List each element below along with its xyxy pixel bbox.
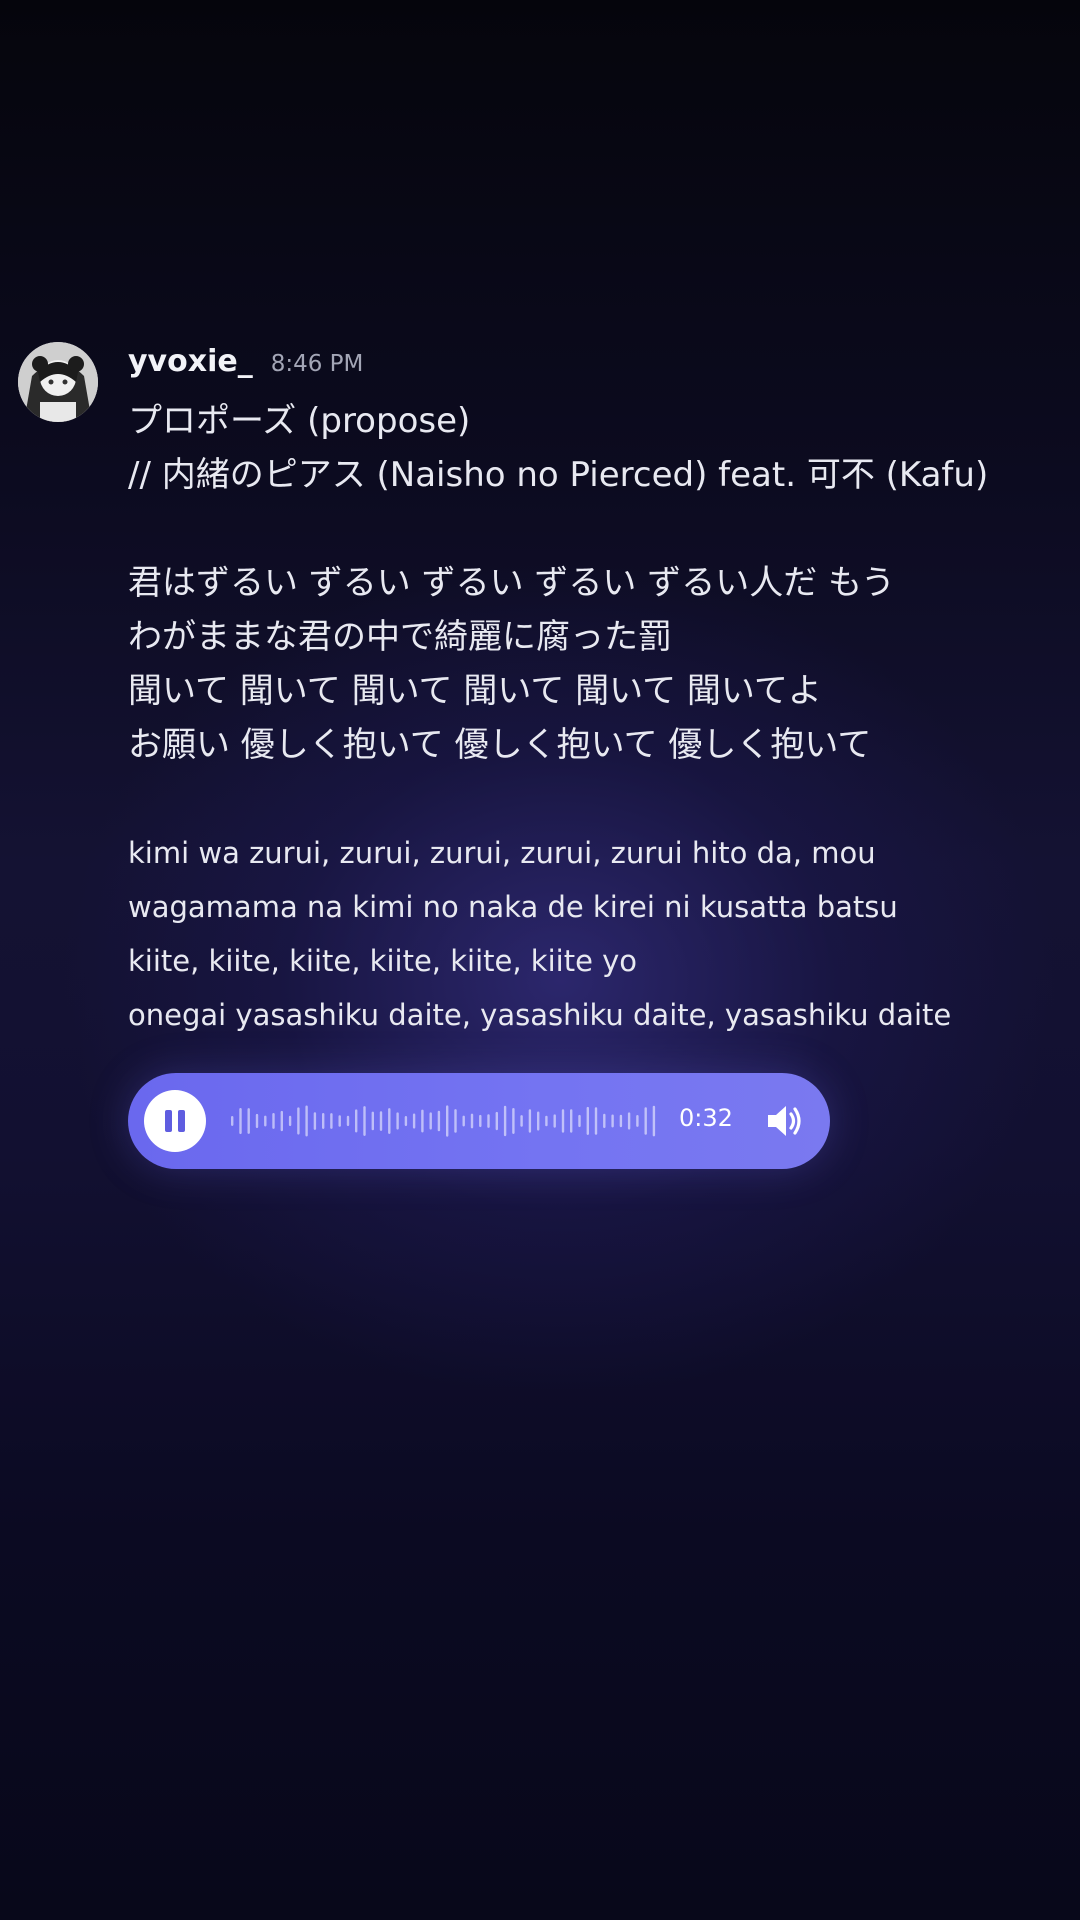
voice-message-player: 0:32: [128, 1073, 830, 1169]
waveform-bar: [239, 1108, 242, 1135]
waveform-bar: [594, 1107, 598, 1135]
waveform-bar: [627, 1112, 631, 1130]
waveform-bar: [644, 1107, 647, 1135]
waveform-bar: [454, 1109, 457, 1133]
waveform-bar: [446, 1105, 449, 1137]
waveform-bar: [437, 1110, 441, 1132]
waveform-bar: [603, 1113, 606, 1129]
waveform-bar: [371, 1111, 374, 1131]
waveform-bar: [247, 1108, 250, 1134]
audio-duration: 0:32: [679, 1104, 733, 1132]
waveform-bar: [520, 1115, 523, 1127]
waveform-bar: [528, 1109, 532, 1133]
waveform-bar: [404, 1116, 408, 1127]
timestamp: 8:46 PM: [270, 351, 364, 377]
waveform-bar: [280, 1110, 283, 1132]
song-artist: // 内緒のピアス (Naisho no Pierced) feat. 可不 (…: [128, 455, 989, 495]
waveform-bar: [363, 1106, 366, 1136]
pause-button[interactable]: [144, 1090, 206, 1152]
waveform-bar: [338, 1115, 341, 1127]
lyric-line-romaji: onegai yasashiku daite, yasashiku daite,…: [128, 998, 952, 1032]
waveform-bar: [330, 1113, 333, 1129]
lyric-line-jp: 聞いて 聞いて 聞いて 聞いて 聞いて 聞いてよ: [128, 671, 822, 711]
waveform-bar: [652, 1105, 656, 1137]
waveform-bar: [388, 1108, 391, 1134]
waveform-bar: [586, 1106, 589, 1135]
waveform-bar: [495, 1111, 498, 1131]
message-header: yvoxie_ 8:46 PM: [128, 342, 1068, 394]
song-title: プロポーズ (propose): [128, 401, 471, 441]
lyric-line-romaji: wagamama na kimi no naka de kirei ni kus…: [128, 890, 898, 924]
waveform-bar: [545, 1115, 548, 1127]
lyric-line-jp: お願い 優しく抱いて 優しく抱いて 優しく抱いて: [128, 725, 872, 765]
waveform-bar: [470, 1113, 474, 1129]
lyric-line-jp: 君はずるい ずるい ずるい ずるい ずるい人だ もう: [128, 563, 896, 603]
waveform-bar: [561, 1109, 565, 1133]
waveform-bar: [322, 1113, 325, 1129]
waveform-bar: [503, 1105, 507, 1137]
waveform-bar: [313, 1112, 317, 1130]
lyric-line-romaji: kiite, kiite, kiite, kiite, kiite, kiite…: [128, 944, 638, 978]
lyric-line-romaji: kimi wa zurui, zurui, zurui, zurui, zuru…: [128, 836, 876, 870]
waveform-bar: [379, 1111, 383, 1131]
speaker-icon[interactable]: [762, 1099, 806, 1143]
waveform-bar: [272, 1113, 275, 1129]
waveform-bar: [421, 1109, 424, 1133]
waveform-bar: [346, 1115, 350, 1127]
waveform-bar: [487, 1114, 490, 1128]
waveform-bar: [396, 1112, 399, 1130]
waveform-bar: [355, 1109, 358, 1133]
waveform-bar: [619, 1114, 623, 1128]
waveform-bar: [264, 1115, 267, 1127]
waveform-bar: [537, 1111, 540, 1131]
waveform-bar: [305, 1105, 308, 1137]
waveform-bar: [479, 1114, 482, 1128]
waveform-bar: [636, 1115, 639, 1127]
waveform-bar: [231, 1116, 234, 1126]
avatar[interactable]: [18, 342, 98, 422]
waveform-bar: [429, 1112, 432, 1130]
avatar-image: [18, 342, 98, 422]
waveform-bar: [611, 1114, 614, 1128]
waveform-bar: [512, 1108, 515, 1134]
waveform-bar: [255, 1113, 259, 1129]
waveform-bar: [412, 1113, 416, 1129]
waveform-bar: [553, 1114, 556, 1128]
waveform-bar: [462, 1115, 465, 1127]
username[interactable]: yvoxie_: [128, 344, 253, 379]
waveform-bar: [288, 1115, 292, 1127]
message-content: yvoxie_ 8:46 PM プロポーズ (propose) // 内緒のピア…: [128, 342, 1068, 1042]
waveform-bar: [570, 1109, 573, 1133]
waveform-bar: [578, 1114, 581, 1128]
lyric-line-jp: わがままな君の中で綺麗に腐った罰: [128, 617, 672, 657]
waveform-bar: [297, 1107, 300, 1135]
